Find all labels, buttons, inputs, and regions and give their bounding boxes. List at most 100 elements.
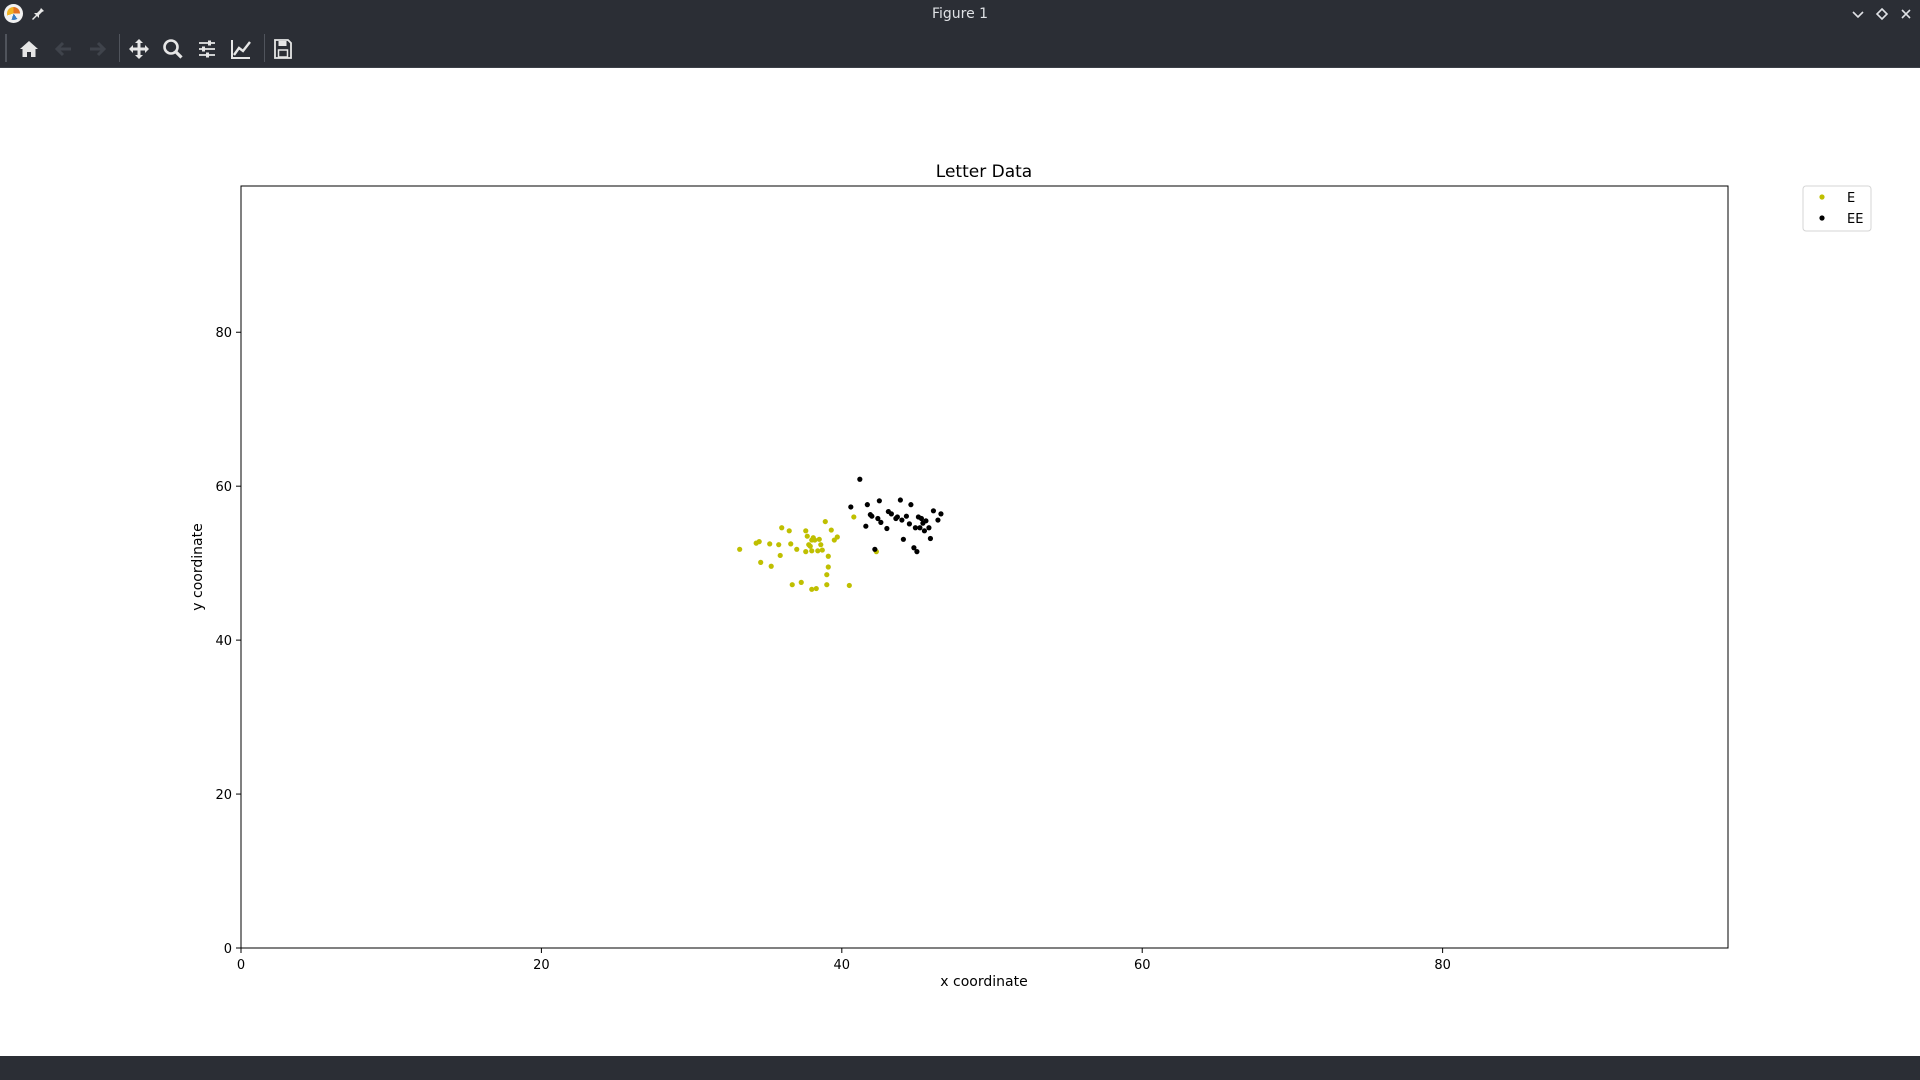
minimize-chevron-icon[interactable] [1850, 6, 1866, 22]
data-point-e [777, 552, 783, 559]
navigation-toolbar [0, 28, 1920, 68]
arrow-right-icon [90, 41, 107, 57]
data-point-ee [927, 535, 934, 542]
data-point-e [812, 537, 818, 543]
data-point-e [798, 579, 804, 585]
y-tick-label: 40 [215, 634, 232, 649]
data-point-e [803, 528, 809, 534]
data-point-e [803, 549, 809, 555]
legend-label-ee: EE [1847, 212, 1863, 227]
forward-button[interactable] [84, 36, 110, 62]
pan-button[interactable] [126, 36, 152, 62]
y-tick-label: 20 [215, 788, 232, 803]
data-point-e [828, 527, 834, 533]
data-point-e [786, 528, 792, 534]
data-point-e [834, 534, 840, 540]
data-point-e [846, 582, 852, 589]
data-point-e [789, 582, 795, 588]
figure-canvas[interactable]: Letter Data 0 20 40 60 80 0 20 40 60 80 x coordin… [0, 68, 1920, 1056]
close-icon[interactable] [1898, 6, 1914, 22]
home-icon [20, 41, 38, 57]
sliders-icon [199, 40, 215, 58]
data-point-e [737, 546, 743, 552]
data-point-ee [903, 513, 909, 519]
data-point-ee [921, 528, 928, 534]
data-point-e [776, 542, 782, 548]
data-point-e [804, 533, 810, 539]
edit-axis-button[interactable] [228, 36, 254, 62]
configure-subplots-button[interactable] [194, 36, 220, 62]
data-point-ee [863, 523, 869, 529]
data-point-ee [876, 498, 882, 504]
toolbar-separator [119, 34, 120, 62]
data-point-ee [926, 525, 932, 531]
axes-frame [240, 185, 1729, 949]
data-point-e [788, 541, 794, 547]
data-point-e [822, 518, 828, 525]
data-point-e [767, 541, 773, 547]
maximize-diamond-icon[interactable] [1874, 6, 1890, 22]
window-titlebar: Figure 1 [0, 0, 1920, 28]
data-point-e [807, 543, 813, 549]
axis-ticks: 0 20 40 60 80 0 20 40 60 80 [215, 326, 1450, 973]
x-tick-label: 0 [237, 958, 245, 973]
y-tick-label: 80 [215, 326, 232, 341]
scatter-chart[interactable]: Letter Data 0 20 40 60 80 0 20 40 60 80 x coordin… [0, 68, 1920, 1056]
x-axis-label: x coordinate [940, 974, 1027, 990]
status-bar [0, 1056, 1920, 1080]
data-point-e [756, 539, 762, 545]
data-point-ee [930, 508, 937, 514]
toolbar-grip[interactable] [5, 34, 7, 62]
data-point-e [815, 548, 821, 554]
move-icon [129, 39, 149, 59]
data-point-ee [935, 517, 941, 523]
data-point-e [818, 542, 824, 548]
zoom-button[interactable] [160, 36, 186, 62]
window-title: Figure 1 [931, 6, 989, 22]
data-points-layer [737, 476, 944, 592]
data-point-ee [938, 511, 944, 517]
data-point-ee [906, 521, 912, 527]
legend-marker-ee [1819, 215, 1825, 221]
back-button[interactable] [51, 36, 77, 62]
x-tick-label: 80 [1434, 958, 1451, 973]
data-point-e [824, 582, 830, 588]
data-point-ee [878, 519, 884, 525]
data-point-e [819, 547, 825, 553]
data-point-ee [894, 514, 900, 520]
legend-marker-e [1819, 194, 1825, 200]
chart-line-icon [231, 40, 251, 59]
data-point-ee [864, 502, 870, 508]
legend-label-e: E [1847, 191, 1855, 206]
data-point-e [758, 559, 764, 565]
floppy-icon [274, 39, 292, 59]
data-point-e [825, 553, 831, 559]
x-tick-label: 20 [533, 958, 550, 973]
data-point-ee [918, 515, 925, 522]
data-point-ee [897, 497, 903, 503]
data-point-e [794, 546, 800, 552]
data-point-ee [884, 525, 890, 532]
home-button[interactable] [16, 36, 42, 62]
y-tick-label: 60 [215, 480, 232, 495]
data-point-ee [923, 518, 929, 524]
data-point-e [851, 514, 857, 520]
data-point-ee [848, 504, 854, 510]
data-point-e [824, 572, 830, 578]
data-point-ee [917, 525, 923, 531]
data-point-e [809, 586, 815, 592]
y-axis-label: y coordinate [190, 523, 206, 610]
magnifier-icon [163, 39, 183, 59]
data-point-e [779, 525, 785, 531]
data-point-e [813, 585, 819, 592]
x-tick-label: 40 [834, 958, 851, 973]
data-point-e [768, 563, 774, 569]
data-point-ee [900, 536, 906, 542]
data-point-e [816, 536, 822, 542]
x-tick-label: 60 [1134, 958, 1151, 973]
data-point-ee [912, 525, 919, 531]
save-button[interactable] [270, 36, 296, 62]
y-tick-label: 0 [224, 942, 232, 957]
arrow-left-icon [54, 41, 71, 57]
data-point-ee [869, 513, 875, 519]
